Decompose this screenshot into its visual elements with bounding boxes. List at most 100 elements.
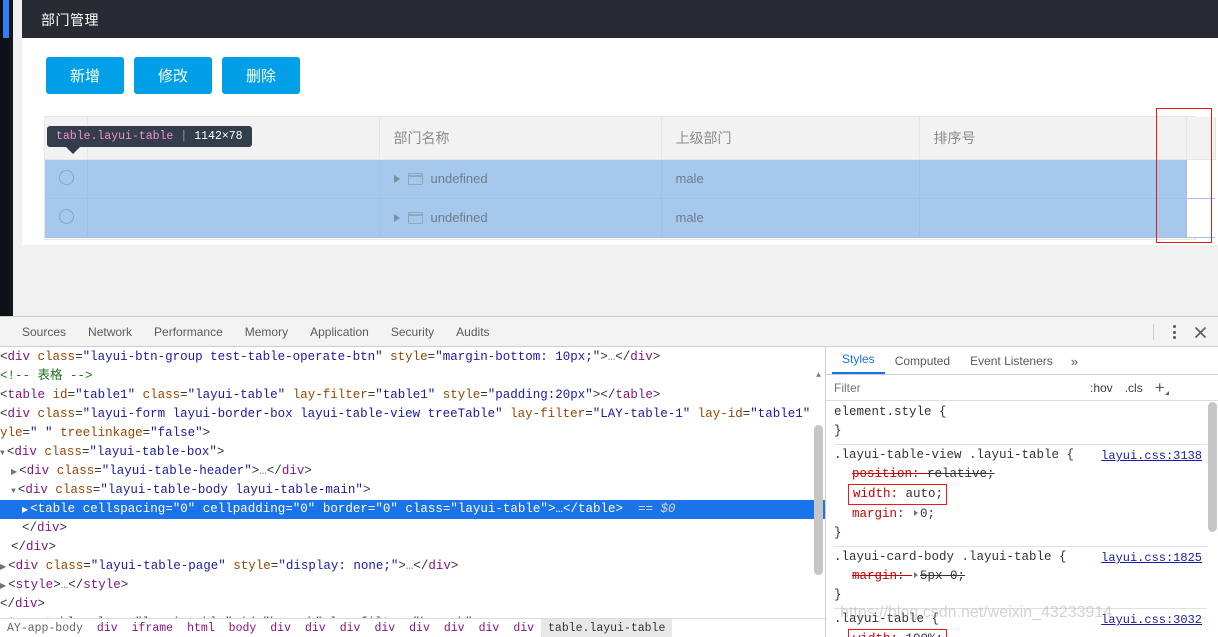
- breadcrumb-item[interactable]: div: [472, 619, 507, 637]
- breadcrumb-item[interactable]: AY-app-body: [0, 619, 90, 637]
- style-property-value[interactable]: 5px 0;: [920, 569, 965, 583]
- chevron-right-icon[interactable]: ▶: [0, 582, 6, 591]
- style-declaration[interactable]: position: relative;: [834, 465, 1207, 484]
- new-style-rule-button[interactable]: +: [1149, 379, 1171, 396]
- tab-computed[interactable]: Computed: [885, 354, 960, 374]
- style-rule[interactable]: element.style {}: [834, 402, 1207, 445]
- column-header-sort-no[interactable]: 排序号: [919, 117, 1158, 160]
- styles-scrollbar[interactable]: [1208, 402, 1217, 637]
- tab-performance[interactable]: Performance: [143, 317, 234, 346]
- dom-node[interactable]: <table id="table1" class="layui-table" l…: [0, 386, 825, 405]
- style-rule-selector[interactable]: .layui-table-view .layui-table {: [834, 448, 1074, 462]
- tab-styles[interactable]: Styles: [832, 352, 885, 374]
- style-property-name[interactable]: width:: [849, 487, 906, 501]
- style-rule[interactable]: .layui-table-view .layui-table { layui.cs…: [834, 445, 1207, 547]
- dom-node[interactable]: </div>: [0, 538, 825, 557]
- dom-node[interactable]: <!-- 表格 -->: [0, 367, 825, 386]
- dom-tree-code[interactable]: <div class="layui-btn-group test-table-o…: [0, 347, 825, 637]
- dom-node[interactable]: yle=" " treelinkage="false">: [0, 424, 825, 443]
- dom-node[interactable]: ▼ <div class="layui-table-box">: [0, 443, 825, 462]
- table-row[interactable]: undefined male: [45, 159, 1215, 199]
- tab-security[interactable]: Security: [380, 317, 445, 346]
- chevron-right-icon[interactable]: ▶: [11, 468, 17, 477]
- dom-node[interactable]: <div class="layui-btn-group test-table-o…: [0, 348, 825, 367]
- dom-node[interactable]: <div class="layui-form layui-border-box …: [0, 405, 825, 424]
- style-source-link[interactable]: layui.css:3032: [1101, 611, 1202, 630]
- cls-toggle[interactable]: .cls: [1119, 381, 1149, 395]
- edit-button[interactable]: 修改: [134, 57, 212, 94]
- scroll-up-icon[interactable]: ▲: [814, 371, 823, 380]
- chevron-right-icon[interactable]: ▶: [0, 563, 6, 572]
- table-row[interactable]: undefined male: [45, 198, 1215, 238]
- breadcrumb[interactable]: AY-app-body div iframe html body div div div div…: [0, 618, 825, 637]
- style-property-value[interactable]: auto;: [906, 487, 944, 501]
- style-declaration[interactable]: width: auto;: [834, 484, 1207, 505]
- style-rule[interactable]: .layui-card-body .layui-table { layui.css…: [834, 547, 1207, 609]
- style-rule-selector[interactable]: .layui-card-body .layui-table {: [834, 550, 1067, 564]
- dom-scrollbar-thumb[interactable]: [814, 425, 823, 575]
- dom-node[interactable]: ▶ <style>…</style>: [0, 576, 825, 595]
- dom-node[interactable]: ▶ <div class="layui-table-header">…</div>: [0, 462, 825, 481]
- chevron-down-icon[interactable]: ▼: [0, 449, 5, 458]
- tab-sources[interactable]: Sources: [11, 317, 77, 346]
- expand-triangle-icon[interactable]: [914, 510, 919, 516]
- chevron-down-icon[interactable]: ▼: [11, 487, 16, 496]
- breadcrumb-item[interactable]: html: [180, 619, 222, 637]
- dom-node-selected[interactable]: ▶ <table cellspacing="0" cellpadding="0" …: [0, 500, 825, 519]
- column-header-dept-name[interactable]: 部门名称: [379, 117, 662, 160]
- style-rule[interactable]: .layui-table {layui.css:3032width: 100%;…: [834, 609, 1207, 637]
- delete-button[interactable]: 删除: [222, 57, 300, 94]
- expand-triangle-icon[interactable]: [914, 572, 919, 578]
- breadcrumb-item[interactable]: div: [298, 619, 333, 637]
- styles-scrollbar-thumb[interactable]: [1208, 402, 1217, 532]
- add-button[interactable]: 新增: [46, 57, 124, 94]
- tab-application[interactable]: Application: [299, 317, 380, 346]
- more-vertical-icon[interactable]: [1162, 320, 1186, 344]
- column-header-parent-dept[interactable]: 上级部门: [661, 117, 920, 160]
- chevron-right-icon[interactable]: ▶: [22, 506, 28, 515]
- styles-more-tabs-icon[interactable]: »: [1063, 354, 1086, 374]
- dom-node[interactable]: </div>: [0, 595, 825, 614]
- breadcrumb-item[interactable]: div: [506, 619, 541, 637]
- styles-rule-list[interactable]: element.style {} .layui-table-view .layui…: [826, 402, 1207, 637]
- breadcrumb-item[interactable]: div: [90, 619, 125, 637]
- breadcrumb-item[interactable]: div: [437, 619, 472, 637]
- triangle-right-icon[interactable]: [393, 213, 400, 222]
- close-icon[interactable]: [1188, 320, 1212, 344]
- hov-toggle[interactable]: :hov: [1084, 381, 1119, 395]
- style-source-link[interactable]: layui.css:1825: [1101, 549, 1202, 568]
- triangle-right-icon[interactable]: [393, 174, 400, 183]
- style-property-name[interactable]: margin:: [852, 507, 912, 521]
- style-declaration[interactable]: margin: 0;: [834, 505, 1207, 524]
- row-checkbox-cell[interactable]: [45, 159, 88, 199]
- breadcrumb-item[interactable]: iframe: [125, 619, 180, 637]
- breadcrumb-item[interactable]: div: [333, 619, 368, 637]
- breadcrumb-item[interactable]: div: [402, 619, 437, 637]
- style-declaration[interactable]: margin: 5px 0;: [834, 567, 1207, 586]
- style-property-value[interactable]: 100%;: [906, 632, 944, 637]
- style-property-name[interactable]: margin:: [852, 569, 912, 583]
- styles-filter-input[interactable]: [826, 376, 1084, 399]
- row-checkbox-cell[interactable]: [45, 198, 88, 238]
- tab-audits[interactable]: Audits: [445, 317, 500, 346]
- style-property-name[interactable]: position:: [852, 467, 927, 481]
- tab-event-listeners[interactable]: Event Listeners: [960, 354, 1063, 374]
- tab-network[interactable]: Network: [77, 317, 143, 346]
- dom-node[interactable]: ▼ <div class="layui-table-body layui-tabl…: [0, 481, 825, 500]
- style-rule-selector[interactable]: .layui-table {: [834, 612, 939, 626]
- dom-node[interactable]: </div>: [0, 519, 825, 538]
- dom-scrollbar[interactable]: ▲ ▼: [814, 371, 823, 637]
- breadcrumb-item[interactable]: div: [263, 619, 298, 637]
- breadcrumb-item[interactable]: body: [222, 619, 264, 637]
- breadcrumb-item[interactable]: div: [367, 619, 402, 637]
- tab-memory[interactable]: Memory: [234, 317, 299, 346]
- style-source-link[interactable]: layui.css:3138: [1101, 447, 1202, 466]
- style-rule-selector[interactable]: element.style {: [834, 405, 947, 419]
- radio-circle-icon[interactable]: [59, 208, 74, 224]
- style-property-value[interactable]: relative;: [927, 467, 995, 481]
- style-property-name[interactable]: width:: [849, 632, 906, 637]
- breadcrumb-item[interactable]: table.layui-table: [541, 619, 673, 637]
- dom-tree-pane[interactable]: <div class="layui-btn-group test-table-o…: [0, 347, 825, 637]
- radio-circle-icon[interactable]: [59, 169, 74, 185]
- style-declaration[interactable]: width: 100%;: [834, 629, 1207, 637]
